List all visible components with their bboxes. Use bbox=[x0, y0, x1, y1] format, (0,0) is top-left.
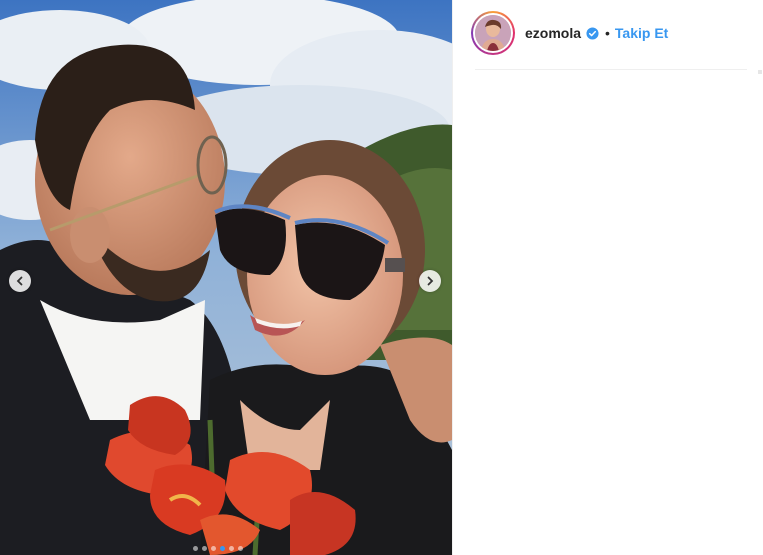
post-header: ezomola • Takip Et bbox=[471, 10, 668, 56]
carousel-dot bbox=[211, 546, 216, 551]
avatar[interactable] bbox=[471, 11, 515, 55]
verified-badge-icon bbox=[586, 26, 599, 40]
chevron-right-icon bbox=[427, 276, 434, 286]
post-photo bbox=[0, 0, 452, 555]
username-link[interactable]: ezomola bbox=[525, 25, 581, 41]
carousel-dot bbox=[193, 546, 198, 551]
carousel-dot bbox=[238, 546, 243, 551]
carousel-dot-active bbox=[220, 546, 225, 551]
header-divider bbox=[475, 69, 747, 70]
carousel-indicator bbox=[193, 546, 243, 551]
carousel-dot bbox=[202, 546, 207, 551]
post-media[interactable] bbox=[0, 0, 452, 555]
carousel-prev-button[interactable] bbox=[9, 270, 31, 292]
post-sidebar: ezomola • Takip Et bbox=[452, 0, 763, 555]
carousel-next-button[interactable] bbox=[419, 270, 441, 292]
carousel-dot bbox=[229, 546, 234, 551]
separator-dot: • bbox=[605, 25, 610, 41]
scrollbar-thumb[interactable] bbox=[758, 70, 762, 74]
avatar-image bbox=[475, 15, 511, 51]
chevron-left-icon bbox=[16, 276, 23, 286]
follow-button[interactable]: Takip Et bbox=[615, 25, 668, 41]
instagram-post: ezomola • Takip Et bbox=[0, 0, 763, 555]
avatar-border bbox=[473, 13, 513, 53]
